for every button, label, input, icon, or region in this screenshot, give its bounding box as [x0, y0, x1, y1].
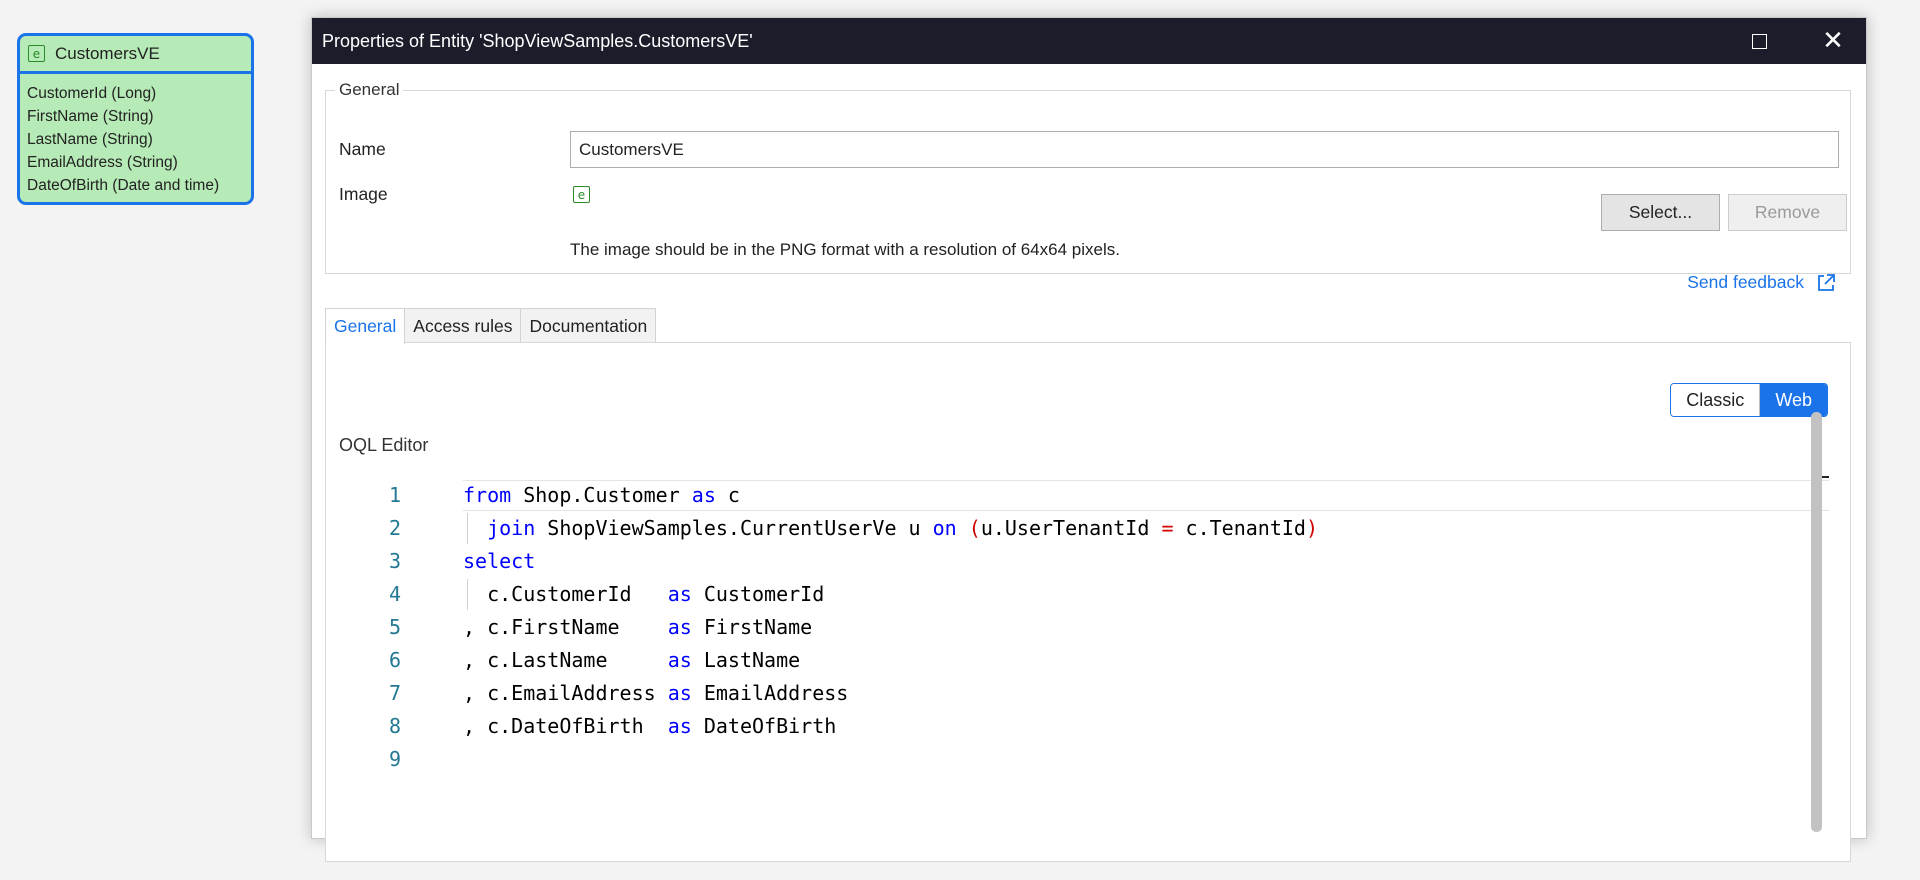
entity-name: CustomersVE [55, 43, 160, 63]
tab-access-rules[interactable]: Access rules [404, 308, 522, 343]
entity-attribute: LastName (String) [27, 131, 153, 148]
code-text: , c.DateOfBirth as DateOfBirth [463, 714, 837, 738]
remove-image-button[interactable]: Remove [1728, 194, 1847, 231]
entity-attribute: EmailAddress (String) [27, 154, 178, 171]
line-number: 2 [388, 516, 401, 540]
line-number: 9 [388, 747, 401, 771]
code-text: , c.FirstName as FirstName [463, 615, 813, 639]
code-line: 9 [326, 743, 401, 776]
code-text: , c.EmailAddress as EmailAddress [463, 681, 849, 705]
general-group-legend: General [339, 80, 400, 99]
send-feedback-link[interactable]: Send feedback [1687, 272, 1836, 293]
dialog-title: Properties of Entity 'ShopViewSamples.Cu… [322, 30, 753, 51]
maximize-icon [1751, 33, 1767, 49]
entity-attribute: DateOfBirth (Date and time) [27, 177, 220, 194]
line-number: 7 [388, 681, 401, 705]
select-image-button[interactable]: Select... [1601, 194, 1720, 231]
code-line: 8 , c.DateOfBirth as DateOfBirth [326, 710, 836, 743]
code-text: , c.LastName as LastName [463, 648, 801, 672]
entity-attribute: FirstName (String) [27, 108, 154, 125]
image-hint: The image should be in the PNG format wi… [570, 240, 1120, 259]
mode-toggle: Classic Web [1670, 383, 1828, 417]
entity-card[interactable]: e CustomersVE CustomerId (Long) FirstNam… [17, 33, 254, 205]
entity-properties-dialog: Properties of Entity 'ShopViewSamples.Cu… [311, 17, 1867, 862]
name-label: Name [339, 139, 386, 159]
entity-icon: e [28, 45, 45, 62]
entity-attribute: CustomerId (Long) [27, 85, 157, 102]
overview-ruler-mark [1822, 476, 1829, 478]
send-feedback-label: Send feedback [1687, 272, 1804, 292]
oql-editor-label: OQL Editor [339, 435, 429, 455]
tab-general[interactable]: General [325, 308, 406, 344]
code-text: select [463, 549, 536, 573]
entity-attributes: CustomerId (Long) FirstName (String) Las… [20, 74, 251, 197]
code-line: 4 c.CustomerId as CustomerId [326, 578, 824, 611]
general-group: General Name Image e Select... Remove Th… [325, 80, 1851, 292]
line-number: 5 [388, 615, 401, 639]
line-number: 1 [388, 483, 401, 507]
external-link-icon [1818, 273, 1835, 291]
code-line: 1 from Shop.Customer as c [326, 479, 740, 512]
maximize-button[interactable] [1726, 18, 1792, 64]
tab-documentation[interactable]: Documentation [520, 308, 657, 343]
code-text: c.CustomerId as CustomerId [463, 582, 825, 606]
entity-header[interactable]: e CustomersVE [20, 36, 251, 74]
close-icon: ✕ [1822, 26, 1844, 56]
code-line: 7 , c.EmailAddress as EmailAddress [326, 677, 848, 710]
image-label: Image [339, 184, 388, 204]
general-tab-panel: Classic Web OQL Editor 1 from Shop.Custom… [325, 342, 1851, 862]
close-button[interactable]: ✕ [1800, 18, 1866, 64]
code-text: from Shop.Customer as c [463, 483, 740, 507]
tab-bar: General Access rules Documentation [325, 308, 657, 344]
name-input[interactable] [570, 131, 1839, 168]
oql-code-editor[interactable]: 1 from Shop.Customer as c 2 join ShopView… [326, 476, 1829, 880]
code-text: join ShopViewSamples.CurrentUserVe u on … [487, 516, 1318, 540]
classic-toggle-option[interactable]: Classic [1671, 384, 1761, 416]
dialog-titlebar[interactable]: Properties of Entity 'ShopViewSamples.Cu… [312, 18, 1866, 64]
code-line: 6 , c.LastName as LastName [326, 644, 800, 677]
line-number: 6 [388, 648, 401, 672]
editor-scrollbar[interactable] [1811, 412, 1822, 832]
line-number: 3 [388, 549, 401, 573]
code-line: 5 , c.FirstName as FirstName [326, 611, 812, 644]
line-number: 4 [388, 582, 401, 606]
code-line: 3 select [326, 545, 535, 578]
line-number: 8 [388, 714, 401, 738]
entity-image-icon: e [573, 186, 590, 203]
code-line: 2 join ShopViewSamples.CurrentUserVe u o… [326, 512, 1318, 545]
